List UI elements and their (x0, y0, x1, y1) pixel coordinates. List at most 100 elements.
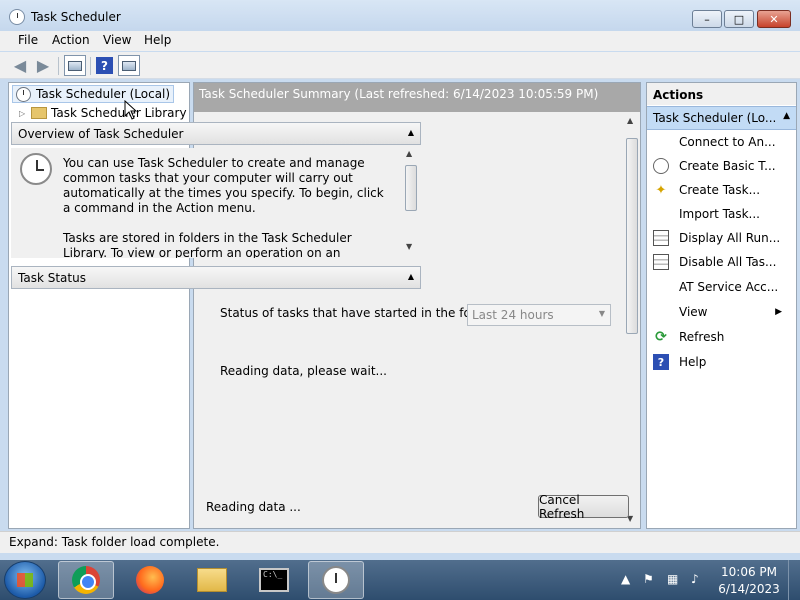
overview-scrollbar[interactable]: ▲ ▼ (403, 148, 419, 254)
network-icon[interactable]: ▦ (667, 572, 678, 586)
task-scheduler-clock-icon (9, 9, 25, 25)
collapse-icon[interactable]: ▲ (783, 111, 790, 121)
actions-pane-title: Actions (647, 83, 796, 105)
status-period-label: Status of tasks that have started in the… (220, 306, 497, 320)
overview-section-title: Overview of Task Scheduler (18, 127, 184, 141)
overview-text: You can use Task Scheduler to create and… (63, 156, 393, 258)
action-display-running[interactable]: Display All Run... (647, 227, 796, 249)
action-label: Refresh (679, 330, 725, 344)
action-create-task[interactable]: ✦ Create Task... (647, 179, 796, 201)
list-icon (653, 230, 669, 246)
action-create-basic-task[interactable]: Create Basic T... (647, 155, 796, 177)
actions-pane: Actions Task Scheduler (Lo... ▲ Connect … (646, 82, 797, 529)
summary-scrollbar[interactable]: ▲ ▼ (624, 114, 640, 528)
action-connect[interactable]: Connect to An... (647, 131, 796, 153)
show-hide-action-pane-icon[interactable] (118, 55, 140, 76)
taskbar-date[interactable]: 6/14/2023 (718, 582, 780, 596)
scrollbar-thumb[interactable] (626, 138, 638, 334)
taskbar: C:\_ ▲ ⚑ ▦ ♪ 10:06 PM 6/14/2023 (0, 560, 800, 600)
folder-icon (31, 107, 47, 119)
action-label: AT Service Acc... (679, 280, 779, 294)
folder-icon (197, 568, 227, 592)
show-desktop-button[interactable] (788, 560, 800, 600)
taskbar-time[interactable]: 10:06 PM (718, 565, 780, 579)
scroll-up-icon[interactable]: ▲ (627, 116, 633, 125)
taskbar-task-scheduler[interactable] (308, 561, 364, 599)
taskbar-chrome[interactable] (58, 561, 114, 599)
refresh-icon: ⟳ (655, 329, 667, 345)
help-icon: ? (96, 57, 113, 74)
action-label: Disable All Tas... (679, 255, 777, 269)
forward-arrow-icon[interactable]: ▶ (34, 55, 52, 76)
scroll-down-icon[interactable]: ▼ (406, 242, 412, 251)
show-hidden-icons-icon[interactable]: ▲ (621, 572, 630, 586)
volume-icon[interactable]: ♪ (691, 572, 699, 586)
collapse-icon[interactable]: ▲ (408, 128, 414, 137)
action-center-icon[interactable]: ⚑ (643, 572, 654, 586)
command-prompt-icon: C:\_ (259, 568, 289, 592)
collapse-icon[interactable]: ▲ (408, 272, 414, 281)
actions-group-label: Task Scheduler (Lo... (653, 111, 777, 125)
title-bar[interactable]: Task Scheduler – □ ✕ (0, 0, 800, 34)
close-button[interactable]: ✕ (757, 10, 791, 28)
task-status-section-header[interactable]: Task Status ▲ (11, 266, 421, 289)
taskbar-explorer[interactable] (184, 561, 240, 599)
menu-help[interactable]: Help (144, 33, 171, 47)
action-refresh[interactable]: ⟳ Refresh (647, 326, 796, 348)
expand-arrow-icon[interactable]: ▷ (19, 109, 31, 118)
menu-bar: File Action View Help (0, 31, 800, 51)
menu-view[interactable]: View (103, 33, 131, 47)
window-title: Task Scheduler (31, 10, 121, 24)
action-view[interactable]: View ▶ (647, 301, 796, 323)
action-label: Display All Run... (679, 231, 781, 245)
action-help[interactable]: ? Help (647, 351, 796, 373)
cancel-refresh-button[interactable]: Cancel Refresh (538, 493, 629, 521)
toolbar: ◀ ▶ ? (0, 52, 800, 79)
action-label: Import Task... (679, 207, 760, 221)
tree-item-task-scheduler-local[interactable]: Task Scheduler (Local) (12, 85, 175, 103)
back-arrow-icon[interactable]: ◀ (11, 55, 29, 76)
action-at-service-account[interactable]: AT Service Acc... (647, 276, 796, 298)
action-label: Create Task... (679, 183, 761, 197)
chevron-down-icon: ▼ (598, 309, 605, 318)
scroll-up-icon[interactable]: ▲ (406, 149, 412, 158)
status-bar: Expand: Task folder load complete. (0, 531, 800, 553)
maximize-button[interactable]: □ (724, 10, 754, 28)
clock-icon (16, 86, 31, 102)
scrollbar-thumb[interactable] (405, 165, 417, 211)
reading-data-message: Reading data, please wait... (220, 364, 387, 378)
tree-item-label: Task Scheduler Library (51, 106, 187, 120)
taskbar-cmd[interactable]: C:\_ (246, 561, 302, 599)
overview-body: You can use Task Scheduler to create and… (11, 148, 421, 258)
action-disable-history[interactable]: Disable All Tas... (647, 251, 796, 273)
menu-file[interactable]: File (18, 33, 38, 47)
minimize-button[interactable]: – (692, 10, 722, 28)
list-icon (653, 254, 669, 270)
sparkle-icon: ✦ (655, 182, 667, 198)
toolbar-separator (58, 57, 59, 75)
actions-group-header[interactable]: Task Scheduler (Lo... ▲ (647, 106, 796, 130)
action-import-task[interactable]: Import Task... (647, 203, 796, 225)
help-toolbar-button[interactable]: ? (96, 55, 113, 76)
overview-section-header[interactable]: Overview of Task Scheduler ▲ (11, 122, 421, 145)
start-button[interactable] (4, 561, 46, 599)
action-label: View (679, 305, 708, 319)
tree-item-task-scheduler-library[interactable]: ▷ Task Scheduler Library (19, 104, 187, 122)
reading-data-footer: Reading data ... (206, 500, 301, 514)
status-period-dropdown[interactable]: Last 24 hours ▼ (467, 304, 611, 326)
show-hide-console-tree-icon[interactable] (64, 55, 86, 76)
action-label: Connect to An... (679, 135, 776, 149)
toolbar-separator (90, 57, 91, 75)
action-label: Help (679, 355, 707, 369)
tree-item-label: Task Scheduler (Local) (36, 87, 171, 101)
task-scheduler-window: Task Scheduler – □ ✕ File Action View He… (0, 0, 800, 560)
taskbar-firefox[interactable] (122, 561, 178, 599)
chrome-icon (72, 566, 100, 594)
action-label: Create Basic T... (679, 159, 776, 173)
task-scheduler-clock-icon (20, 153, 52, 185)
task-scheduler-clock-icon (322, 566, 350, 594)
overview-paragraph: Tasks are stored in folders in the Task … (63, 231, 352, 258)
menu-action[interactable]: Action (52, 33, 90, 47)
overview-paragraph: You can use Task Scheduler to create and… (63, 156, 384, 215)
submenu-arrow-icon: ▶ (775, 307, 782, 317)
